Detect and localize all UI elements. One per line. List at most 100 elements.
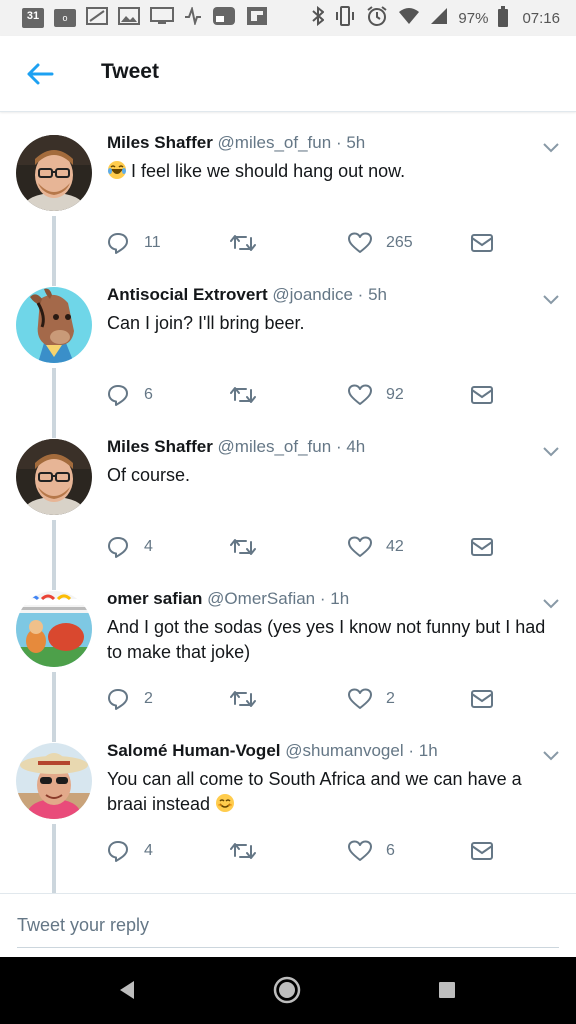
status-bar: 31 o 97% 07:16 (0, 0, 576, 36)
cell-signal-icon (430, 7, 448, 29)
envelope-icon (471, 234, 493, 252)
retweet-button[interactable] (230, 837, 270, 865)
display-name[interactable]: Miles Shaffer (107, 133, 213, 152)
signal-icon (86, 7, 108, 29)
avatar[interactable] (16, 439, 92, 515)
direct-message-button[interactable] (470, 533, 494, 561)
separator-dot: · (357, 285, 364, 304)
timestamp[interactable]: 1h (330, 589, 349, 608)
tweet[interactable]: Antisocial Extrovert @joandice · 5h Can … (0, 265, 576, 417)
retweet-button[interactable] (230, 381, 270, 409)
chevron-down-icon[interactable] (541, 444, 561, 458)
tweet-text: Of course. (107, 465, 191, 485)
reply-icon (108, 537, 128, 558)
reply-count: 4 (144, 538, 153, 555)
direct-message-button[interactable] (470, 837, 494, 865)
tweet-reply-input[interactable] (17, 904, 559, 948)
tweet-text: Can I join? I'll bring beer. (107, 313, 305, 333)
reply-button[interactable]: 2 (106, 685, 153, 713)
chevron-down-icon[interactable] (541, 596, 561, 610)
display-name[interactable]: Antisocial Extrovert (107, 285, 268, 304)
reply-icon (108, 233, 128, 254)
direct-message-button[interactable] (470, 229, 494, 257)
retweet-button[interactable] (230, 229, 270, 257)
notification-icons: 31 o (0, 5, 268, 30)
display-name[interactable]: omer safian (107, 589, 202, 608)
calendar-icon: 31 (22, 8, 44, 28)
nav-home-button[interactable] (272, 975, 302, 1005)
direct-message-button[interactable] (470, 685, 494, 713)
user-handle[interactable]: @shumanvogel (285, 741, 403, 760)
tweet-header: Antisocial Extrovert @joandice · 5h (107, 285, 387, 305)
tweet[interactable]: Miles Shaffer @miles_of_fun · 4h Of cour… (0, 417, 576, 569)
tweet[interactable]: Miles Shaffer @miles_of_fun · 5h I feel … (0, 113, 576, 265)
reply-button[interactable]: 4 (106, 837, 153, 865)
timestamp[interactable]: 5h (346, 133, 365, 152)
like-button[interactable]: 265 (348, 229, 413, 257)
retweet-icon (230, 691, 256, 707)
chevron-down-icon[interactable] (541, 140, 561, 154)
tweet-body: I feel like we should hang out now. (131, 161, 406, 181)
square-recents-icon (439, 982, 455, 998)
like-button[interactable]: 6 (348, 837, 395, 865)
user-handle[interactable]: @miles_of_fun (218, 133, 332, 152)
retweet-icon (230, 387, 256, 403)
reply-button[interactable]: 6 (106, 381, 153, 409)
tweet-header: Miles Shaffer @miles_of_fun · 5h (107, 133, 365, 153)
tweet[interactable]: omer safian @OmerSafian · 1h And I got t… (0, 569, 576, 721)
heart-icon (348, 232, 372, 253)
chevron-down-icon[interactable] (541, 748, 561, 762)
bluetooth-icon (312, 5, 325, 30)
tweet[interactable]: Salomé Human-Vogel @shumanvogel · 1h You… (0, 721, 576, 873)
user-handle[interactable]: @joandice (272, 285, 353, 304)
reply-button[interactable]: 4 (106, 533, 153, 561)
retweet-button[interactable] (230, 533, 270, 561)
avatar[interactable] (16, 135, 92, 211)
clock: 07:16 (522, 9, 560, 27)
like-button[interactable]: 92 (348, 381, 404, 409)
wifi-icon (398, 7, 420, 29)
timestamp[interactable]: 4h (346, 437, 365, 456)
tweet-header: omer safian @OmerSafian · 1h (107, 589, 349, 609)
avatar[interactable] (16, 287, 92, 363)
separator-dot: · (335, 437, 342, 456)
user-handle[interactable]: @OmerSafian (207, 589, 315, 608)
avatar[interactable] (16, 591, 92, 667)
user-handle[interactable]: @miles_of_fun (218, 437, 332, 456)
battery-percent: 97% (458, 9, 489, 27)
reply-button[interactable]: 11 (106, 229, 161, 257)
chevron-down-icon[interactable] (541, 292, 561, 306)
back-button[interactable] (24, 58, 56, 90)
envelope-icon (471, 386, 493, 404)
nav-back-button[interactable] (112, 975, 142, 1005)
reply-count: 2 (144, 690, 153, 707)
overflow-icon: o (54, 9, 76, 27)
avatar[interactable] (16, 743, 92, 819)
heart-icon (348, 536, 372, 557)
heart-icon (348, 688, 372, 709)
like-count: 92 (386, 386, 404, 403)
like-count: 6 (386, 842, 395, 859)
like-button[interactable]: 2 (348, 685, 395, 713)
timestamp[interactable]: 1h (419, 741, 438, 760)
separator-dot: · (319, 589, 326, 608)
like-button[interactable]: 42 (348, 533, 404, 561)
tweet-text: And I got the sodas (yes yes I know not … (107, 617, 546, 662)
page-title: Tweet (101, 60, 159, 83)
reply-icon (108, 385, 128, 406)
timestamp[interactable]: 5h (368, 285, 387, 304)
retweet-button[interactable] (230, 685, 270, 713)
reply-count: 4 (144, 842, 153, 859)
heart-icon (348, 840, 372, 861)
reply-count: 6 (144, 386, 153, 403)
envelope-icon (471, 690, 493, 708)
system-indicators: 97% 07:16 (312, 0, 560, 36)
display-name[interactable]: Miles Shaffer (107, 437, 213, 456)
nav-recents-button[interactable] (432, 975, 462, 1005)
flipboard-icon (246, 6, 268, 30)
laughing-emoji-icon (107, 160, 127, 180)
gallery-icon (212, 6, 236, 30)
retweet-icon (230, 235, 256, 251)
direct-message-button[interactable] (470, 381, 494, 409)
display-name[interactable]: Salomé Human-Vogel (107, 741, 281, 760)
